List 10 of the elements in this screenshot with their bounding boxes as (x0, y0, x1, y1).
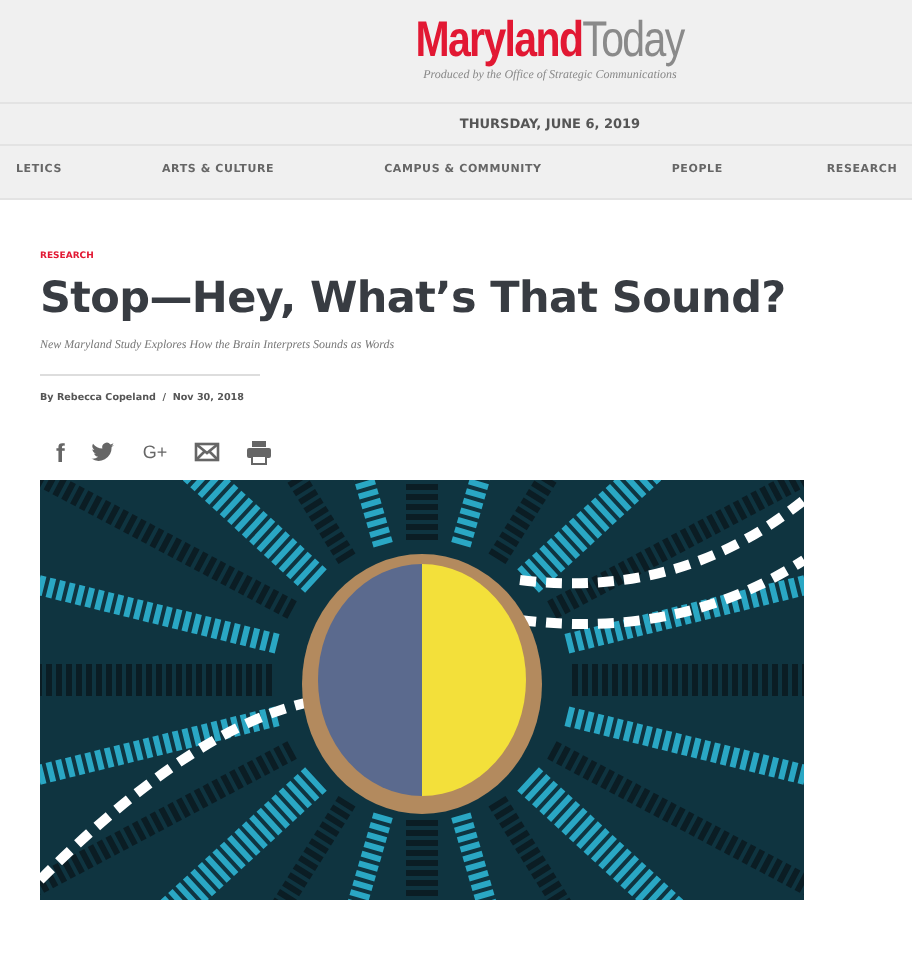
google-plus-button[interactable]: G+ (142, 442, 168, 462)
envelope-icon (193, 440, 220, 464)
print-button[interactable] (245, 439, 272, 465)
printer-icon (245, 439, 272, 465)
bird-icon (90, 440, 117, 464)
twitter-button[interactable] (90, 440, 117, 464)
site-logo[interactable]: MarylandToday (415, 12, 685, 68)
article-title: Stop—Hey, What’s That Sound? (40, 274, 788, 324)
email-button[interactable] (193, 440, 220, 464)
facebook-button[interactable]: f (56, 437, 65, 467)
